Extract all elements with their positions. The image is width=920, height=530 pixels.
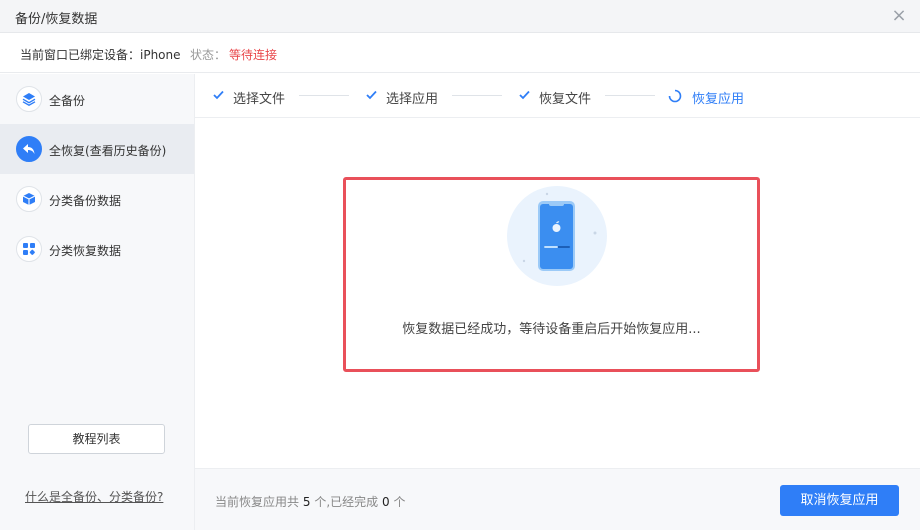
title-bar: 备份/恢复数据 × — [0, 0, 920, 33]
close-icon[interactable]: × — [890, 7, 908, 25]
step-restore-apps: 恢复应用 — [668, 88, 745, 107]
completed-apps-count: 0 — [381, 495, 390, 509]
check-icon — [213, 90, 224, 100]
sidebar-item-label: 分类恢复数据 — [49, 244, 122, 258]
step-connector — [299, 95, 349, 96]
sidebar: 全备份 全恢复(查看历史备份) 分类备份数据 分类恢复数据 教程列表 什么是全备… — [0, 74, 195, 530]
sidebar-item-label: 分类备份数据 — [49, 194, 122, 208]
cancel-restore-apps-button[interactable]: 取消恢复应用 — [780, 485, 899, 516]
step-label: 恢复文件 — [539, 92, 592, 107]
step-label: 选择文件 — [233, 92, 286, 107]
bound-device-label: 当前窗口已绑定设备：iPhone — [20, 48, 181, 62]
step-restore-files: 恢复文件 — [519, 88, 592, 107]
progress-prefix: 当前恢复应用共 — [215, 495, 300, 509]
step-label: 选择应用 — [386, 92, 439, 107]
sidebar-item-full-backup[interactable]: 全备份 — [0, 74, 194, 124]
total-apps-count: 5 — [302, 495, 311, 509]
device-bar: 当前窗口已绑定设备：iPhone 状态： 等待连接 — [0, 33, 920, 73]
footer-bar: 当前恢复应用共 5 个,已经完成 0 个 取消恢复应用 — [195, 468, 920, 530]
progress-middle: 个,已经完成 — [314, 495, 379, 509]
check-icon — [519, 90, 530, 100]
step-select-apps: 选择应用 — [366, 88, 439, 107]
sidebar-item-category-backup[interactable]: 分类备份数据 — [0, 174, 194, 224]
restore-progress-text: 当前恢复应用共 5 个,已经完成 0 个 — [215, 493, 405, 510]
status-value: 等待连接 — [229, 48, 278, 62]
highlight-frame — [343, 177, 760, 372]
backup-help-link[interactable]: 什么是全备份、分类备份? — [25, 488, 163, 505]
cube-icon — [16, 186, 42, 212]
status-label: 状态： — [190, 48, 227, 62]
step-select-files: 选择文件 — [213, 88, 286, 107]
grid-icon — [16, 236, 42, 262]
sidebar-item-label: 全恢复(查看历史备份) — [49, 144, 167, 158]
spinner-icon — [668, 89, 682, 103]
sidebar-item-label: 全备份 — [49, 94, 86, 108]
sidebar-item-category-restore[interactable]: 分类恢复数据 — [0, 224, 194, 274]
step-label: 恢复应用 — [692, 92, 745, 107]
tutorial-list-button[interactable]: 教程列表 — [28, 424, 165, 454]
check-icon — [366, 90, 377, 100]
layers-icon — [16, 86, 42, 112]
progress-suffix: 个 — [393, 495, 406, 509]
step-indicator: 选择文件 选择应用 恢复文件 恢复应用 — [195, 74, 920, 118]
step-connector — [452, 95, 502, 96]
sidebar-item-full-restore[interactable]: 全恢复(查看历史备份) — [0, 124, 194, 174]
undo-arrow-icon — [16, 136, 42, 162]
step-connector — [605, 95, 655, 96]
window-title: 备份/恢复数据 — [15, 12, 98, 27]
